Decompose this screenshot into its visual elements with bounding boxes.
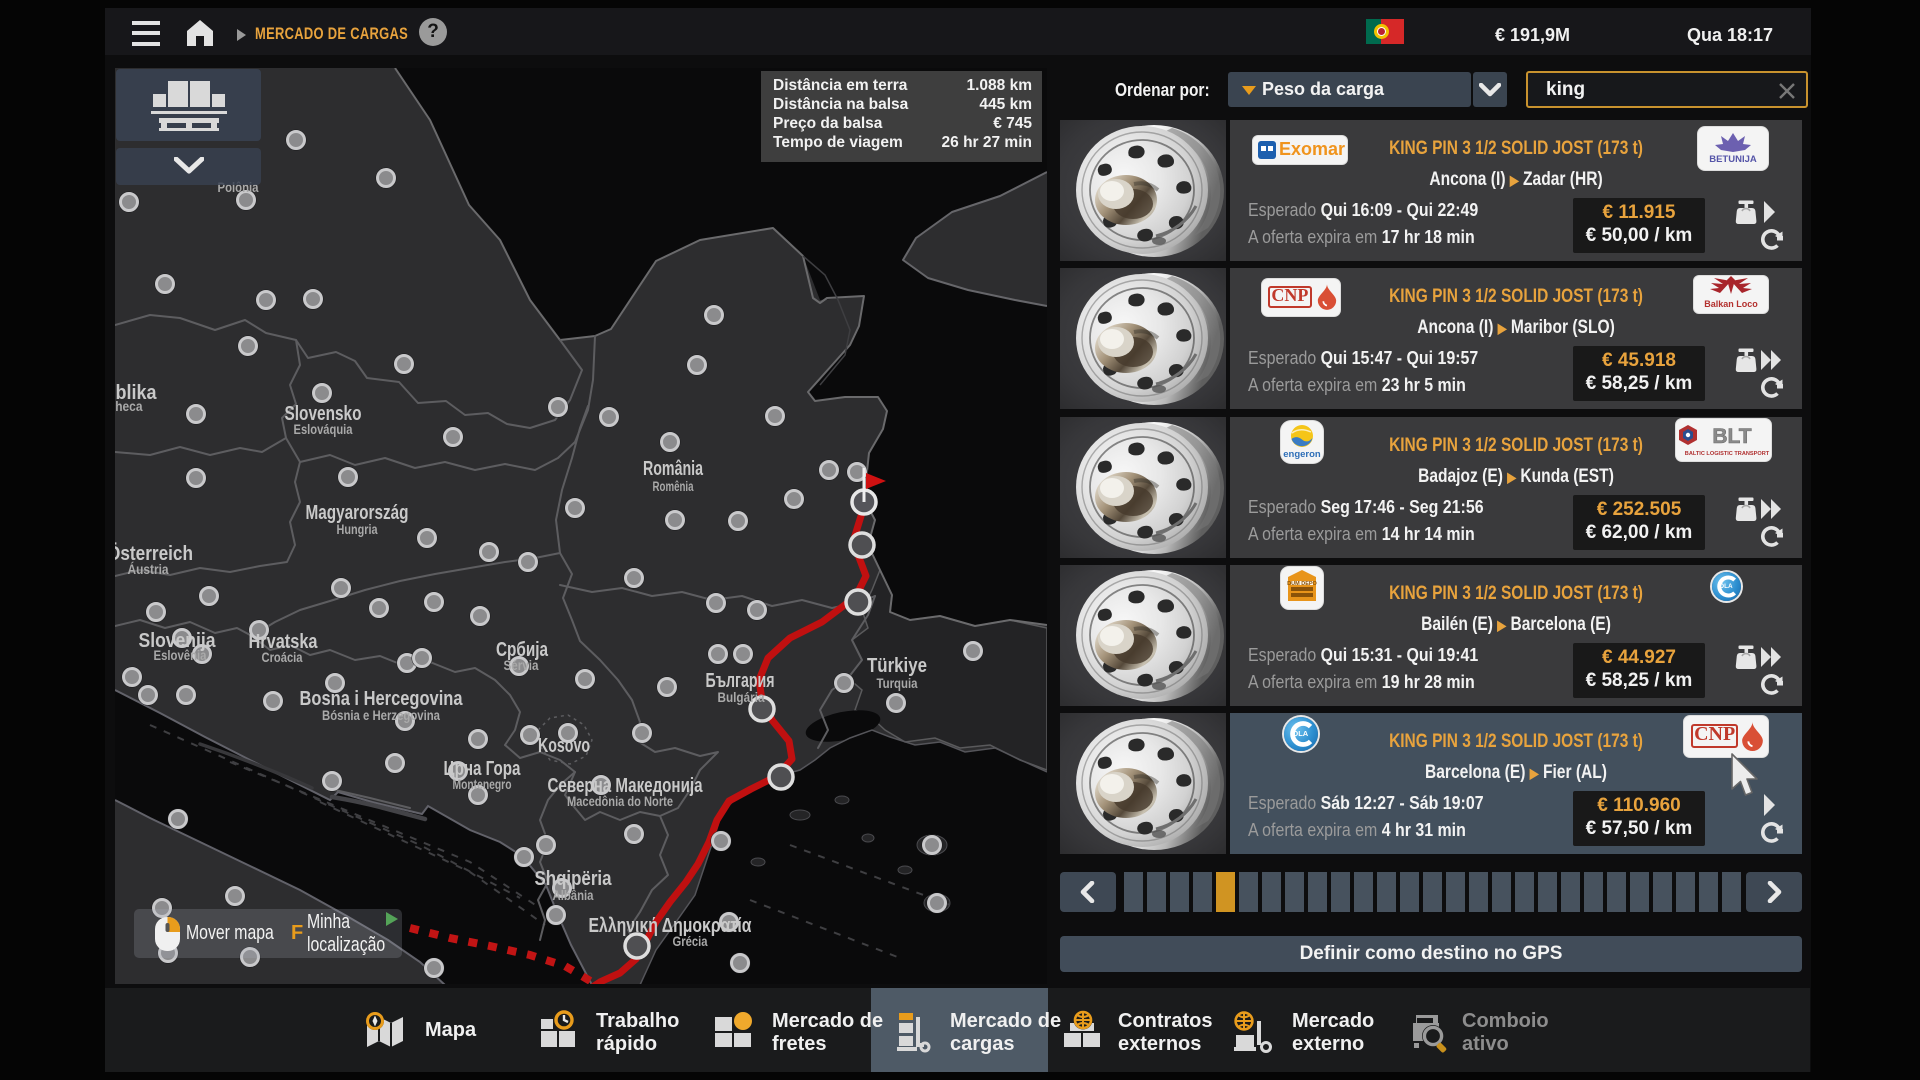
svg-text:Romênia: Romênia: [653, 479, 694, 494]
svg-text:Eslováquia: Eslováquia: [294, 422, 353, 437]
svg-text:blica Tcheca: blica Tcheca: [115, 399, 143, 414]
svg-text:Sérvia: Sérvia: [504, 658, 539, 673]
svg-text:BETUNIJA: BETUNIJA: [1709, 154, 1757, 165]
svg-text:България: България: [706, 670, 775, 692]
svg-text:Albânia: Albânia: [553, 888, 594, 903]
svg-text:Turquia: Turquia: [877, 676, 918, 691]
svg-text:Shqipëria: Shqipëria: [535, 868, 613, 890]
svg-text:Hungria: Hungria: [337, 522, 378, 537]
svg-text:Eslovênia: Eslovênia: [154, 648, 207, 663]
svg-text:BALTIC LOGISTIC TRANSPORT: BALTIC LOGISTIC TRANSPORT: [1685, 451, 1770, 457]
svg-text:Bosna i Hercegovina: Bosna i Hercegovina: [300, 688, 464, 710]
svg-text:OLA: OLA: [1292, 729, 1308, 738]
svg-text:Bósnia e Herzegovina: Bósnia e Herzegovina: [322, 708, 440, 723]
svg-text:Bulgária: Bulgária: [718, 690, 765, 705]
svg-text:Ελληνική Δημοκρατία: Ελληνική Δημοκρατία: [589, 915, 753, 937]
svg-text:Kosovo: Kosovo: [538, 735, 590, 757]
svg-text:Croácia: Croácia: [262, 650, 303, 665]
svg-text:Macedônia do Norte: Macedônia do Norte: [567, 794, 673, 809]
svg-text:Balkan Loco: Balkan Loco: [1704, 299, 1758, 309]
svg-text:OLA: OLA: [1719, 583, 1733, 590]
svg-text:Grécia: Grécia: [673, 934, 708, 949]
svg-text:Türkiye: Türkiye: [867, 655, 927, 677]
svg-text:România: România: [643, 458, 704, 480]
svg-text:DUM DEPO: DUM DEPO: [1287, 581, 1317, 587]
svg-text:Áustria: Áustria: [128, 562, 169, 577]
svg-text:Magyarország: Magyarország: [306, 502, 409, 524]
svg-text:BLT: BLT: [1712, 425, 1751, 448]
svg-text:engeron: engeron: [1283, 449, 1321, 460]
svg-text:Montenegro: Montenegro: [453, 777, 512, 792]
